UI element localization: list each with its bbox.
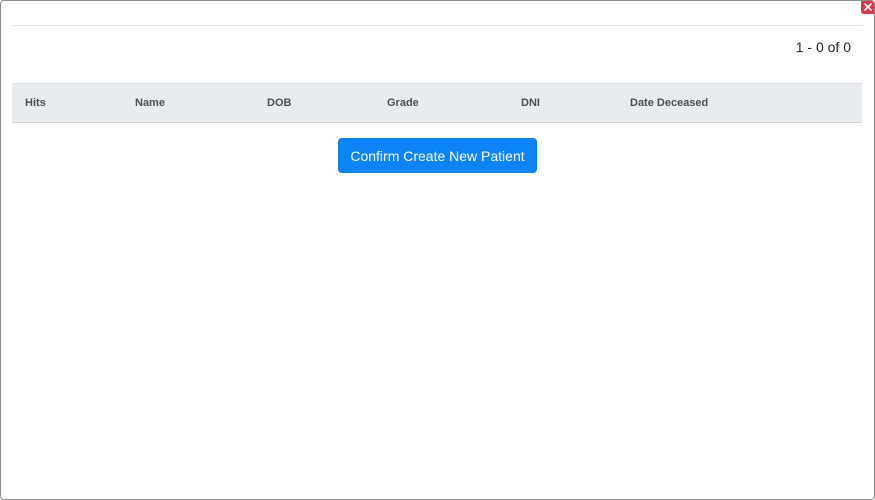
column-header-dob[interactable]: DOB: [267, 84, 291, 122]
column-header-name[interactable]: Name: [135, 84, 165, 122]
header-divider: [12, 25, 863, 26]
column-header-dni[interactable]: DNI: [521, 84, 540, 122]
close-button[interactable]: [861, 1, 874, 14]
pagination-summary: 1 - 0 of 0: [795, 39, 851, 55]
search-results-modal: 1 - 0 of 0 Hits Name DOB Grade DNI Date …: [0, 0, 875, 500]
column-header-hits[interactable]: Hits: [25, 84, 46, 122]
column-header-grade[interactable]: Grade: [387, 84, 419, 122]
results-table: Hits Name DOB Grade DNI Date Deceased: [12, 83, 862, 123]
column-header-date-deceased[interactable]: Date Deceased: [630, 84, 708, 122]
confirm-create-new-patient-button[interactable]: Confirm Create New Patient: [338, 138, 537, 173]
close-icon: [864, 3, 872, 11]
